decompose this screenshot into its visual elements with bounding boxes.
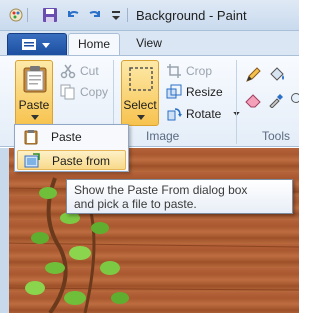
group-separator bbox=[236, 60, 237, 144]
menu-item-paste-from-label: Paste from bbox=[52, 154, 111, 168]
paste-button[interactable]: Paste bbox=[15, 60, 53, 126]
resize-label: Resize bbox=[186, 85, 223, 99]
menu-item-paste[interactable]: Paste bbox=[17, 127, 126, 147]
select-button-label: Select bbox=[123, 98, 157, 112]
crop-label: Crop bbox=[186, 64, 213, 78]
paste-from-tooltip: Show the Paste From dialog box and pick … bbox=[66, 179, 293, 214]
qat-separator bbox=[27, 8, 28, 22]
resize-icon bbox=[166, 84, 182, 99]
tooltip-line-2: and pick a file to paste. bbox=[74, 197, 197, 211]
select-icon bbox=[129, 67, 153, 91]
chevron-down-icon bbox=[137, 115, 145, 120]
paste-dropdown-menu: Paste Paste from bbox=[14, 124, 129, 172]
canvas-image bbox=[0, 177, 299, 313]
chevron-down-icon bbox=[31, 115, 39, 120]
paste-from-icon bbox=[24, 153, 40, 168]
window-title: Background - Paint bbox=[136, 8, 247, 23]
redo-icon[interactable] bbox=[87, 7, 103, 23]
chevron-down-icon bbox=[42, 43, 50, 48]
canvas-margin bbox=[0, 148, 9, 313]
crop-icon bbox=[167, 64, 181, 78]
tooltip-line-1: Show the Paste From dialog box bbox=[74, 183, 248, 197]
file-menu-icon bbox=[22, 39, 36, 50]
tab-home[interactable]: Home bbox=[68, 33, 120, 55]
scissors-icon bbox=[60, 64, 76, 79]
save-icon[interactable] bbox=[42, 7, 58, 23]
menu-item-paste-label: Paste bbox=[51, 130, 82, 144]
file-menu-button[interactable] bbox=[7, 33, 67, 55]
customize-qat-icon[interactable] bbox=[108, 7, 124, 23]
title-bar: Background - Paint bbox=[0, 0, 299, 31]
fill-bucket-icon[interactable] bbox=[268, 67, 286, 83]
drawing-canvas[interactable] bbox=[0, 148, 299, 313]
tab-view[interactable]: View bbox=[125, 33, 173, 55]
paste-button-label: Paste bbox=[18, 98, 50, 112]
pencil-icon[interactable] bbox=[245, 67, 261, 83]
magnifier-icon[interactable] bbox=[290, 92, 299, 108]
undo-icon[interactable] bbox=[65, 7, 81, 23]
eraser-icon[interactable] bbox=[245, 92, 261, 108]
clipboard-icon bbox=[24, 130, 38, 145]
cut-label: Cut bbox=[80, 64, 99, 78]
clipboard-icon bbox=[23, 66, 47, 93]
image-group-label: Image bbox=[146, 129, 180, 143]
copy-icon bbox=[60, 84, 75, 100]
paint-app-icon[interactable] bbox=[8, 7, 24, 23]
title-separator bbox=[127, 8, 128, 22]
color-picker-icon[interactable] bbox=[268, 92, 284, 108]
select-button[interactable]: Select bbox=[121, 60, 159, 126]
ribbon-tab-row: Home View bbox=[0, 31, 299, 55]
copy-label: Copy bbox=[80, 85, 109, 99]
rotate-icon bbox=[167, 108, 182, 121]
tools-group-label: Tools bbox=[262, 129, 291, 143]
menu-item-paste-from[interactable]: Paste from bbox=[17, 150, 126, 170]
rotate-label: Rotate bbox=[186, 107, 222, 121]
